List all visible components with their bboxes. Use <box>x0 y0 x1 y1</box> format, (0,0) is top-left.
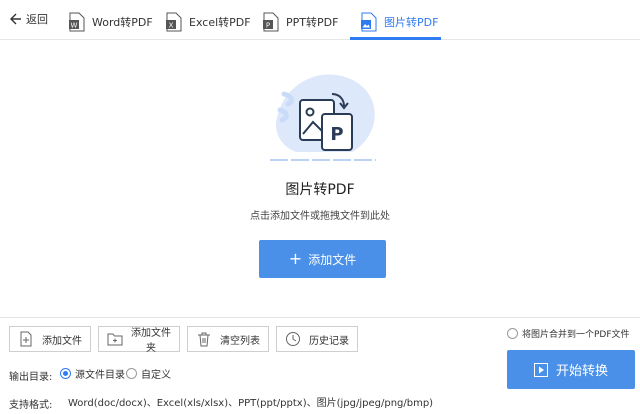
tab-word-to-pdf[interactable]: W Word转PDF <box>68 4 153 40</box>
back-arrow-icon <box>10 13 21 25</box>
active-tab-indicator <box>350 37 441 40</box>
trash-icon <box>198 332 210 347</box>
tab-label: Word转PDF <box>92 16 153 29</box>
custom-dir-label: 自定义 <box>141 369 171 381</box>
back-button[interactable]: 返回 <box>8 8 48 30</box>
tab-label: 图片转PDF <box>384 16 439 29</box>
start-convert-label: 开始转换 <box>555 364 608 379</box>
add-folder-button[interactable]: 添加文件夹 <box>98 326 180 354</box>
tab-image-to-pdf[interactable]: 图片转PDF <box>360 4 438 40</box>
svg-text:P: P <box>266 22 270 30</box>
ppt-doc-icon: P <box>263 12 279 32</box>
image-doc-icon <box>361 12 377 32</box>
add-file-icon <box>20 331 32 347</box>
back-label: 返回 <box>26 13 48 26</box>
clock-icon <box>286 332 300 346</box>
excel-doc-icon: X <box>166 12 182 32</box>
tab-label: Excel转PDF <box>189 16 251 29</box>
add-file-button[interactable]: 添加文件 <box>9 326 91 352</box>
tab-label: PPT转PDF <box>286 16 339 29</box>
clear-list-button[interactable]: 清空列表 <box>187 326 269 352</box>
tab-excel-to-pdf[interactable]: X Excel转PDF <box>165 4 251 40</box>
divider <box>0 317 640 318</box>
add-file-main-label: 添加文件 <box>308 252 357 267</box>
history-label: 历史记录 <box>309 335 349 347</box>
word-doc-icon: W <box>69 12 85 32</box>
custom-dir-radio[interactable] <box>126 367 137 379</box>
drop-hint: 点击添加文件或拖拽文件到此处 <box>250 211 390 222</box>
merge-pdf-option[interactable]: 将图片合并到一个PDF文件 <box>507 326 630 340</box>
image-to-pdf-icon: P <box>270 74 376 161</box>
clear-list-label: 清空列表 <box>220 335 260 347</box>
merge-pdf-label: 将图片合并到一个PDF文件 <box>522 329 630 340</box>
history-button[interactable]: 历史记录 <box>276 326 358 352</box>
custom-dir-option[interactable]: 自定义 <box>126 366 171 381</box>
source-dir-option[interactable]: 源文件目录 <box>60 366 125 381</box>
add-file-label: 添加文件 <box>42 335 82 347</box>
source-dir-radio[interactable] <box>60 367 71 379</box>
supported-formats-value: Word(doc/docx)、Excel(xls/xlsx)、PPT(ppt/p… <box>68 398 434 409</box>
svg-text:W: W <box>71 22 78 30</box>
add-folder-label: 添加文件夹 <box>131 328 171 354</box>
source-dir-label: 源文件目录 <box>75 369 125 381</box>
output-dir-label: 输出目录: <box>9 372 53 383</box>
play-icon <box>533 362 548 377</box>
add-folder-icon <box>107 333 123 346</box>
plus-icon: + <box>288 249 303 268</box>
start-convert-button[interactable]: 开始转换 <box>507 350 635 389</box>
top-tab-bar: 返回 W Word转PDF X Excel转PDF P PPT转PDF 图片转P… <box>0 0 640 40</box>
add-file-main-button[interactable]: + 添加文件 <box>259 240 386 278</box>
merge-pdf-radio[interactable] <box>507 327 518 339</box>
svg-text:P: P <box>330 124 343 145</box>
svg-text:X: X <box>169 22 174 30</box>
supported-formats-label: 支持格式: <box>9 400 53 411</box>
tab-ppt-to-pdf[interactable]: P PPT转PDF <box>262 4 338 40</box>
page-title: 图片转PDF <box>285 182 355 198</box>
